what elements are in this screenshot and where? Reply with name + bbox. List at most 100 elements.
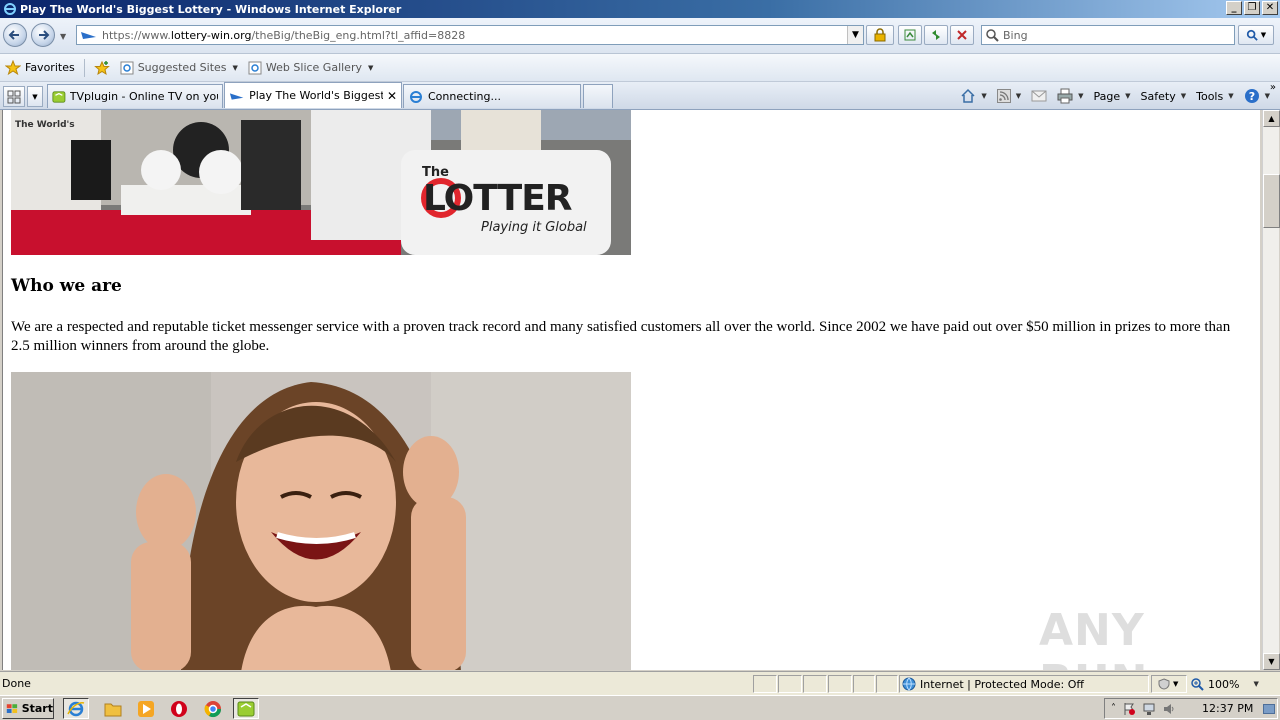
start-button[interactable]: Start: [2, 698, 54, 719]
tab-tvplugin[interactable]: TVplugin - Online TV on your ...: [47, 84, 223, 108]
suggested-sites-link[interactable]: Suggested Sites ▼: [115, 57, 243, 79]
zoom-control[interactable]: 100% ▼: [1190, 675, 1262, 693]
action-center-flag-icon[interactable]: [1122, 702, 1136, 716]
status-cell: [778, 675, 802, 693]
status-cell: [876, 675, 898, 693]
rss-feed-icon: [996, 89, 1011, 103]
zoom-icon: [1191, 678, 1204, 691]
search-provider-icon: [986, 29, 999, 42]
status-bar: Done Internet | Protected Mode: Off ▼ 10…: [0, 671, 1280, 695]
compatibility-icon: [904, 29, 916, 41]
tab-connecting[interactable]: Connecting...: [403, 84, 581, 108]
status-cell: [753, 675, 777, 693]
taskbar: Start ˄ 12:37 PM: [0, 695, 1280, 720]
chevron-down-icon: ▼: [1253, 680, 1259, 688]
tab-row: ▼ TVplugin - Online TV on your ... Play …: [0, 82, 1280, 110]
home-button[interactable]: ▼: [956, 86, 990, 106]
stop-x-icon: [957, 30, 967, 40]
search-go-button[interactable]: ▼: [1238, 25, 1274, 45]
quick-tabs-icon: [7, 90, 21, 103]
taskbar-chrome-button[interactable]: [200, 698, 226, 719]
banner-image: The World's The LOTTER Playing it Global: [11, 110, 631, 255]
taskbar-clock[interactable]: 12:37 PM: [1202, 702, 1253, 715]
add-to-favorites-bar-button[interactable]: [89, 57, 115, 79]
forward-button[interactable]: [31, 23, 55, 47]
forward-arrow-icon: [39, 30, 50, 40]
address-bar[interactable]: https://www.lottery-win.org/theBig/theBi…: [76, 25, 864, 45]
protected-mode-button[interactable]: ▼: [1151, 675, 1187, 693]
opera-icon: [171, 700, 187, 717]
taskbar-tvplugin-button[interactable]: [233, 698, 259, 719]
web-slice-gallery-link[interactable]: Web Slice Gallery ▼: [243, 57, 378, 79]
address-dropdown[interactable]: ▼: [847, 26, 863, 44]
refresh-icon: [932, 30, 940, 40]
read-mail-button[interactable]: [1027, 86, 1051, 106]
about-paragraph: We are a respected and reputable ticket …: [11, 319, 1231, 354]
refresh-button[interactable]: [924, 25, 948, 45]
show-desktop-button[interactable]: [1263, 703, 1275, 714]
security-zone[interactable]: Internet | Protected Mode: Off: [899, 675, 1149, 693]
chevron-down-icon: ▼: [232, 63, 238, 72]
chevron-down-icon: ▼: [1228, 92, 1234, 100]
winner-photo: [11, 372, 631, 670]
close-tab-icon[interactable]: ✕: [387, 89, 397, 103]
taskbar-ie-button[interactable]: [63, 698, 89, 719]
favorites-button[interactable]: Favorites: [0, 57, 80, 79]
search-box[interactable]: Bing: [981, 25, 1235, 45]
recent-pages-dropdown[interactable]: ▼: [60, 32, 66, 41]
more-commands-icon[interactable]: »: [1270, 82, 1276, 93]
folder-icon: [104, 703, 122, 716]
site-favicon-icon: [81, 32, 96, 39]
address-row: ▼ https://www.lottery-win.org/theBig/the…: [0, 18, 1280, 54]
tools-menu[interactable]: Tools ▼: [1192, 86, 1238, 106]
close-button[interactable]: ✕: [1262, 1, 1278, 15]
anyrun-watermark: ANY RUN: [1039, 605, 1147, 670]
address-url: https://www.lottery-win.org/theBig/theBi…: [102, 28, 466, 42]
taskbar-opera-button[interactable]: [166, 698, 192, 719]
tab-play-worlds-biggest[interactable]: Play The World's Biggest ... ✕: [224, 82, 402, 108]
section-heading: Who we are: [11, 276, 122, 296]
restore-button[interactable]: ❐: [1244, 1, 1260, 15]
shield-icon: [1158, 678, 1170, 690]
favorites-bar: Favorites Suggested Sites ▼ Web Slice Ga…: [0, 54, 1280, 82]
status-cell: [828, 675, 852, 693]
chrome-icon: [204, 700, 222, 717]
status-cell: [803, 675, 827, 693]
window-title: Play The World's Biggest Lottery - Windo…: [20, 2, 402, 16]
internet-globe-icon: [902, 677, 916, 691]
status-cell: [853, 675, 875, 693]
taskbar-media-player-button[interactable]: [133, 698, 159, 719]
search-options-dropdown[interactable]: ▼: [1261, 31, 1266, 39]
scroll-thumb[interactable]: [1263, 174, 1280, 228]
windows-logo-icon: [6, 703, 18, 713]
show-hidden-icons-icon[interactable]: ˄: [1111, 703, 1116, 714]
page-menu[interactable]: Page ▼: [1090, 86, 1135, 106]
tab-list-dropdown[interactable]: ▼: [27, 86, 43, 107]
ie-page-icon: [248, 61, 262, 74]
back-button[interactable]: [3, 23, 27, 47]
feeds-button[interactable]: ▼: [993, 86, 1025, 106]
volume-icon[interactable]: [1162, 702, 1176, 716]
quick-tabs-button[interactable]: [3, 86, 25, 107]
network-icon[interactable]: [1142, 702, 1156, 716]
command-bar: ▼ ▼ ▼ Page ▼ Safety ▼ Tools ▼ ? ▼: [956, 86, 1274, 106]
compatibility-view-button[interactable]: [898, 25, 922, 45]
minimize-button[interactable]: _: [1226, 1, 1242, 15]
security-lock-button[interactable]: [866, 25, 894, 45]
favorites-star-icon: [5, 59, 21, 75]
print-button[interactable]: ▼: [1053, 86, 1087, 106]
chevron-down-icon: ▼: [1180, 92, 1187, 100]
stop-button[interactable]: [950, 25, 974, 45]
new-tab-button[interactable]: [583, 84, 613, 108]
tvplugin-favicon-icon: [52, 90, 66, 103]
scroll-down-button[interactable]: ▼: [1263, 653, 1280, 670]
vertical-scrollbar[interactable]: ▲ ▼: [1262, 110, 1280, 670]
logo-lotter-text: LOTTER: [423, 178, 572, 219]
divider: [83, 58, 85, 77]
safety-menu[interactable]: Safety ▼: [1137, 86, 1191, 106]
help-icon: ?: [1244, 89, 1259, 103]
taskbar-explorer-button[interactable]: [100, 698, 126, 719]
scroll-up-button[interactable]: ▲: [1263, 110, 1280, 127]
chevron-down-icon: ▼: [367, 63, 374, 72]
help-button[interactable]: ? ▼: [1240, 86, 1274, 106]
